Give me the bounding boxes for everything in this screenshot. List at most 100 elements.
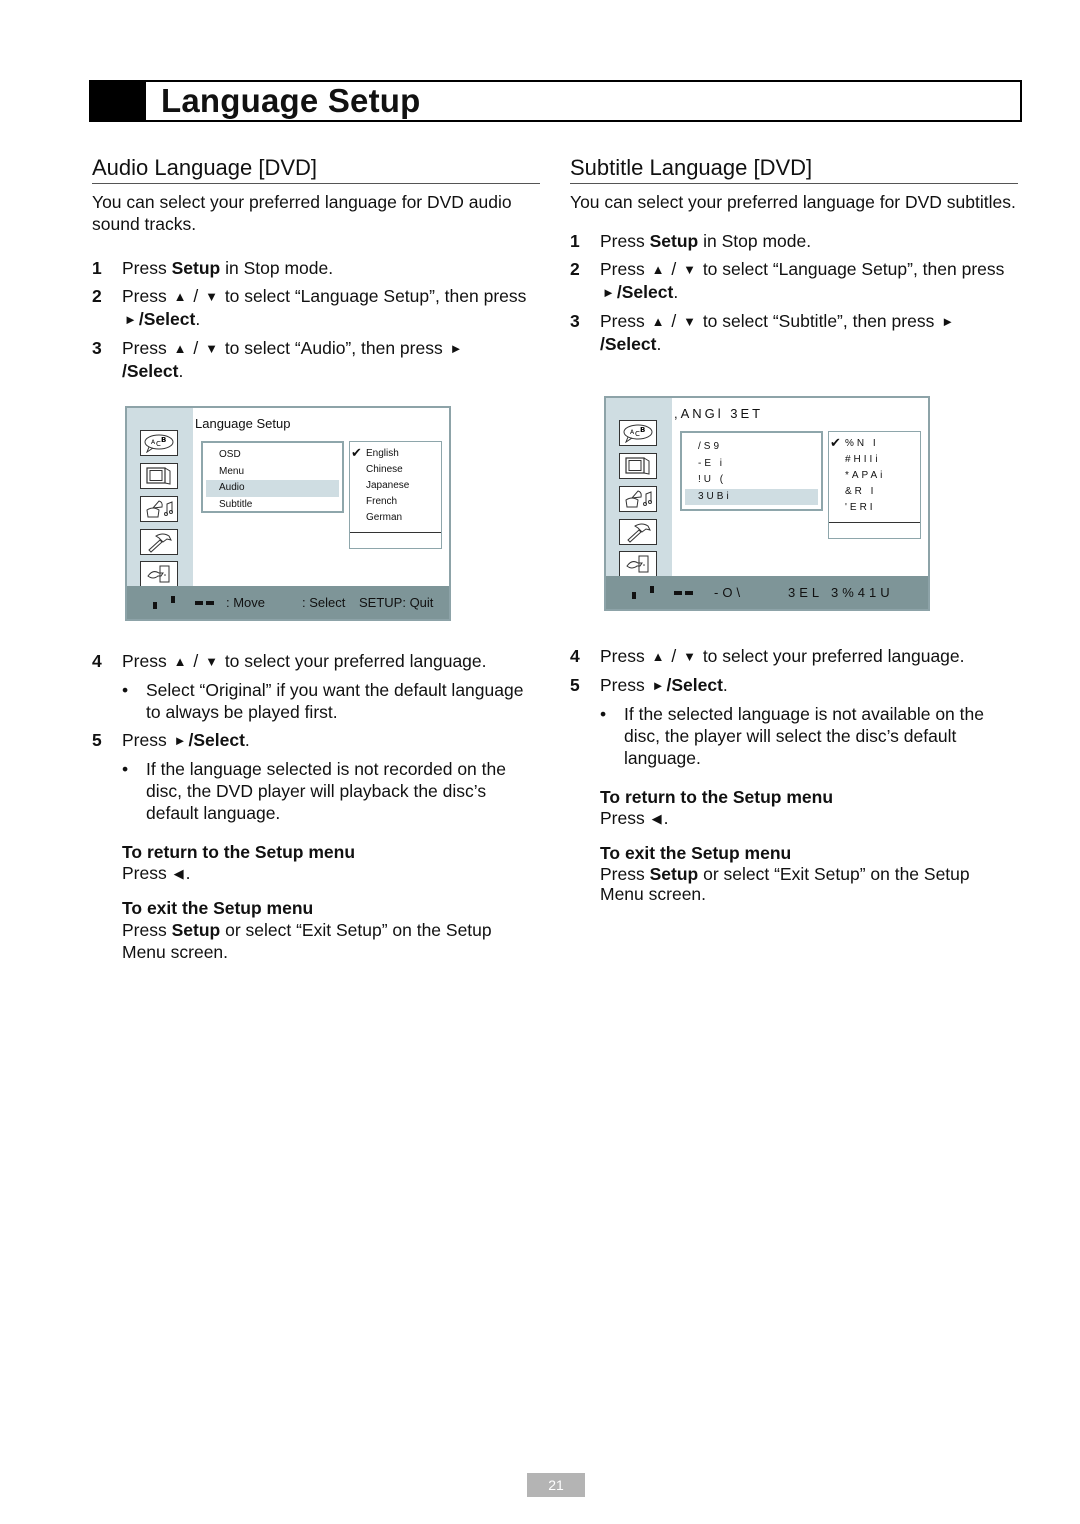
setup-key-label: Setup [171,258,221,278]
audio-intro: You can select your preferred language f… [92,192,512,234]
step-number: 4 [570,646,580,666]
osd-sidebar: ACB [127,408,193,588]
osd-option-french[interactable]: French [350,494,441,510]
step-number: 3 [570,311,580,331]
right-arrow-icon: ► [651,678,665,693]
subtitle-step-4: 4 Press ▲ / ▼ to select your preferred l… [570,646,965,666]
down-arrow-icon: ▼ [205,289,218,304]
tv-display-icon [619,453,657,479]
subtitle-step-3: 3 Press ▲ / ▼ to select “Subtitle”, then… [570,311,955,354]
osd-menu-item-subtitle[interactable]: 3UBi [685,488,818,505]
osd-menu-item-audio[interactable]: !U ( [682,472,821,489]
tv-display-icon [140,463,178,489]
left-arrow-icon: ◀ [651,810,662,826]
language-icon: ACB [140,430,178,456]
title-block-decoration [91,82,146,120]
step-number: 5 [570,675,580,695]
nav-keys-icon [153,596,214,609]
audio-exit-instructions: To exit the Setup menu Press Setup or se… [122,898,492,962]
language-icon: ACB [619,420,657,446]
subtitle-setup-screen: ACB ,ANGl 3ET /S9 -E i !U ( 3UBi ✔ %N I #… [604,396,930,611]
checkmark-icon: ✔ [351,445,362,460]
up-arrow-icon: ▲ [651,314,665,329]
osd-menu-list: OSD Menu Audio Subtitle [201,441,344,513]
osd-option-german[interactable]: German [350,510,441,526]
down-arrow-icon: ▼ [205,654,218,669]
osd-footer-move: -O\ [714,585,745,600]
page-title: Language Setup [161,82,421,119]
up-arrow-icon: ▲ [651,649,665,664]
step-number: 1 [570,231,580,251]
osd-option-chinese[interactable]: Chinese [350,462,441,478]
osd-footer: -O\ 3EL 3%41U [606,576,928,609]
hammer-settings-icon [619,519,657,545]
audio-step-1: 1 Press Setup in Stop mode. [92,258,334,278]
up-arrow-icon: ▲ [173,341,187,356]
audio-step-4: 4 Press ▲ / ▼ to select your preferred l… [92,651,487,671]
up-arrow-icon: ▲ [173,289,187,304]
osd-content: ,ANGl 3ET /S9 -E i !U ( 3UBi ✔ %N I #HIIi… [672,398,928,578]
svg-text:B: B [640,426,645,434]
osd-menu-item-osd[interactable]: /S9 [682,439,821,456]
osd-footer-move: : Move [226,595,266,610]
osd-menu-item-subtitle[interactable]: Subtitle [203,497,342,514]
audio-return-instructions: To return to the Setup menu Press ◀. [122,842,356,883]
subtitle-language-section: Subtitle Language [DVD] You can select y… [570,155,1018,361]
audio-gramophone-icon [140,496,178,522]
down-arrow-icon: ▼ [205,341,218,356]
subtitle-intro: You can select your preferred language f… [570,192,1016,212]
audio-step-3: 3 Press ▲ / ▼ to select “Audio”, then pr… [92,338,463,381]
osd-option-separator [829,522,920,523]
page-number: 21 [527,1473,585,1497]
subtitle-step-2: 2 Press ▲ / ▼ to select “Language Setup”… [570,259,1005,302]
right-arrow-icon: ► [124,312,137,327]
page-title-bar: Language Setup [89,80,1022,122]
subtitle-step-1: 1 Press Setup in Stop mode. [570,231,812,251]
audio-steps-continued: 4 Press ▲ / ▼ to select your preferred l… [92,650,540,963]
osd-option-separator [350,532,441,533]
osd-footer: : Move : Select SETUP: Quit [127,586,449,619]
osd-option-2[interactable]: #HIIi [829,452,920,468]
osd-menu-item-osd[interactable]: OSD [203,447,342,464]
audio-step-4-note: • Select “Original” if you want the defa… [122,680,524,722]
osd-language-options: ✔ English Chinese Japanese French German [349,441,442,549]
subtitle-steps-continued: 4 Press ▲ / ▼ to select your preferred l… [570,645,1018,905]
step-number: 2 [570,259,580,279]
down-arrow-icon: ▼ [683,262,696,277]
subtitle-step-5: 5 Press ►/Select. [570,675,728,695]
osd-footer-select: 3EL [788,585,824,600]
audio-step-2: 2 Press ▲ / ▼ to select “Language Setup”… [92,286,527,329]
subtitle-heading: Subtitle Language [DVD] [570,155,1018,184]
subtitle-steps: 1 Press Setup in Stop mode. 2 Press ▲ / … [570,230,1018,355]
audio-setup-screen: ACB Language Setup OSD Menu Audio Subtit… [125,406,451,621]
osd-option-3[interactable]: *APAi [829,468,920,484]
svg-text:B: B [161,436,166,444]
osd-menu-item-audio[interactable]: Audio [206,480,339,497]
osd-option-japanese[interactable]: Japanese [350,478,441,494]
right-arrow-icon: ► [941,314,955,329]
osd-language-options: ✔ %N I #HIIi *APAi &R I 'ERI [828,431,921,539]
osd-option-5[interactable]: 'ERI [829,500,920,516]
audio-gramophone-icon [619,486,657,512]
subtitle-exit-instructions: To exit the Setup menu Press Setup or se… [600,843,970,904]
osd-title: Language Setup [195,416,291,431]
osd-menu-item-menu[interactable]: -E i [682,456,821,473]
audio-language-section: Audio Language [DVD] You can select your… [92,155,540,388]
checkmark-icon: ✔ [830,435,844,450]
left-arrow-icon: ◀ [173,865,184,881]
down-arrow-icon: ▼ [683,314,696,329]
osd-option-english[interactable]: ✔ English [350,445,441,462]
hammer-settings-icon [140,529,178,555]
osd-option-1[interactable]: ✔ %N I [829,435,920,452]
osd-menu-item-menu[interactable]: Menu [203,464,342,481]
subtitle-return-instructions: To return to the Setup menu Press ◀. [600,787,834,828]
nav-keys-icon [632,586,693,599]
osd-option-4[interactable]: &R I [829,484,920,500]
audio-step-5: 5 Press ►/Select. [92,730,250,750]
exit-door-icon [619,551,657,577]
right-arrow-icon: ► [602,285,615,300]
osd-menu-list: /S9 -E i !U ( 3UBi [680,431,823,511]
up-arrow-icon: ▲ [651,262,665,277]
audio-steps: 1 Press Setup in Stop mode. 2 Press ▲ / … [92,257,540,382]
audio-step-5-note: • If the language selected is not record… [122,759,506,823]
